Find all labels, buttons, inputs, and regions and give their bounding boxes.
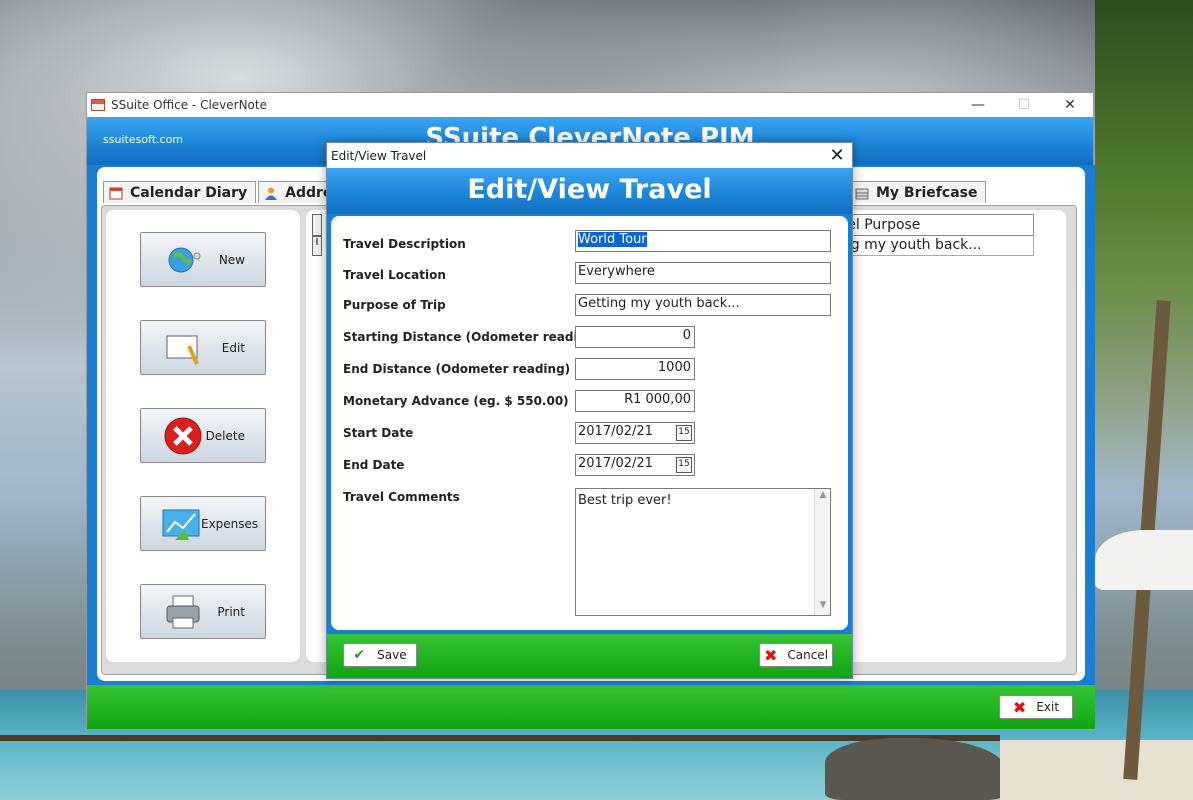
tab-strip: Calendar Diary Address (103, 181, 360, 203)
starting-distance-field[interactable]: 0 (575, 326, 695, 348)
cancel-label: Cancel (787, 648, 829, 662)
end-date-label: End Date (343, 458, 405, 472)
calendar-icon (108, 185, 124, 201)
calendar-dropdown-icon[interactable]: 15 (676, 425, 692, 441)
start-date-picker[interactable]: 2017/02/21 15 (575, 422, 695, 444)
delete-label: Delete (205, 428, 245, 443)
expenses-button[interactable]: Expenses (140, 496, 266, 551)
dialog-form: Travel Description World Tour Travel Loc… (331, 216, 848, 630)
dialog-close-button[interactable]: ✕ (822, 145, 852, 166)
start-date-value: 2017/02/21 (578, 424, 653, 439)
exit-button[interactable]: ✖ Exit (999, 695, 1073, 719)
title-bar[interactable]: SSuite Office - CleverNote — ☐ ✕ (87, 93, 1093, 117)
new-label: New (218, 252, 245, 267)
dialog-banner: Edit/View Travel (327, 168, 852, 214)
travel-description-label: Travel Description (343, 237, 466, 251)
checkmark-icon: ✔ (353, 647, 366, 663)
travel-comments-label: Travel Comments (343, 490, 460, 504)
cancel-button[interactable]: ✖ Cancel (759, 643, 833, 667)
rock (825, 738, 1005, 800)
travel-location-field[interactable]: Everywhere (575, 262, 831, 284)
dialog-title-bar[interactable]: Edit/View Travel ✕ (327, 143, 852, 168)
close-x-icon: ✖ (1012, 697, 1027, 717)
chart-icon (161, 504, 201, 544)
globe-icon (161, 240, 205, 280)
tab-label: My Briefcase (876, 184, 978, 201)
purpose-of-trip-label: Purpose of Trip (343, 298, 446, 312)
row-indicator[interactable]: I (312, 236, 322, 256)
end-date-picker[interactable]: 2017/02/21 15 (575, 454, 695, 476)
end-distance-field[interactable]: 1000 (575, 358, 695, 380)
pier (0, 735, 1000, 741)
new-button[interactable]: New (140, 232, 266, 287)
close-button[interactable]: ✕ (1047, 93, 1093, 117)
window-title: SSuite Office - CleverNote (111, 98, 267, 112)
dialog-title: Edit/View Travel (331, 148, 427, 163)
exit-label: Exit (1036, 700, 1060, 714)
print-button[interactable]: Print (140, 584, 266, 639)
tab-label: Calendar Diary (130, 184, 248, 201)
app-icon (91, 99, 105, 111)
printer-icon (161, 592, 205, 632)
calendar-dropdown-icon[interactable]: 15 (676, 457, 692, 473)
person-icon (263, 185, 279, 201)
grid-corner-header (312, 214, 322, 236)
end-distance-label: End Distance (Odometer reading) (343, 362, 571, 376)
edit-button[interactable]: Edit (140, 320, 266, 375)
column-header-travel-purpose[interactable]: vel Purpose (834, 214, 1034, 236)
expenses-label: Expenses (201, 516, 259, 531)
monetary-advance-label: Monetary Advance (eg. $ 550.00) (343, 394, 569, 408)
cancel-x-icon: ✖ (763, 645, 778, 665)
comments-text: Best trip ever! (578, 493, 672, 508)
travel-comments-textarea[interactable]: Best trip ever! ▲ ▼ (575, 488, 831, 616)
main-footer: ✖ Exit (87, 685, 1095, 729)
save-button[interactable]: ✔ Save (343, 643, 417, 667)
comments-scrollbar[interactable]: ▲ ▼ (814, 489, 830, 615)
briefcase-icon (854, 185, 870, 201)
beach-umbrella (1095, 530, 1193, 590)
travel-description-field[interactable]: World Tour (575, 230, 831, 252)
edit-view-travel-dialog: Edit/View Travel ✕ Edit/View Travel Trav… (326, 142, 853, 679)
tab-calendar-diary[interactable]: Calendar Diary (103, 181, 257, 203)
edit-label: Edit (221, 340, 245, 355)
selected-text: World Tour (578, 232, 647, 247)
print-label: Print (217, 604, 245, 619)
scroll-down-icon[interactable]: ▼ (815, 600, 831, 614)
purpose-of-trip-field[interactable]: Getting my youth back... (575, 294, 831, 316)
travel-location-label: Travel Location (343, 268, 446, 282)
start-date-label: Start Date (343, 426, 414, 440)
delete-button[interactable]: Delete (140, 408, 266, 463)
delete-x-icon (161, 416, 205, 456)
monetary-advance-field[interactable]: R1 000,00 (575, 390, 695, 412)
scroll-up-icon[interactable]: ▲ (815, 490, 831, 504)
window-controls: — ☐ ✕ (955, 93, 1093, 117)
dialog-footer: ✔ Save ✖ Cancel (327, 634, 852, 678)
edit-pencil-icon (161, 328, 205, 368)
grid-cell-travel-purpose[interactable]: ing my youth back... (834, 236, 1034, 256)
maximize-button[interactable]: ☐ (1001, 93, 1047, 117)
starting-distance-label: Starting Distance (Odometer reading) (343, 330, 601, 344)
save-label: Save (377, 648, 407, 662)
dialog-body: Travel Description World Tour Travel Loc… (327, 214, 852, 634)
minimize-button[interactable]: — (955, 93, 1001, 117)
tab-my-briefcase[interactable]: My Briefcase (849, 181, 987, 203)
end-date-value: 2017/02/21 (578, 456, 653, 471)
sand (1000, 740, 1193, 800)
action-sidebar: New Edit Delete Expenses Print (106, 210, 300, 662)
